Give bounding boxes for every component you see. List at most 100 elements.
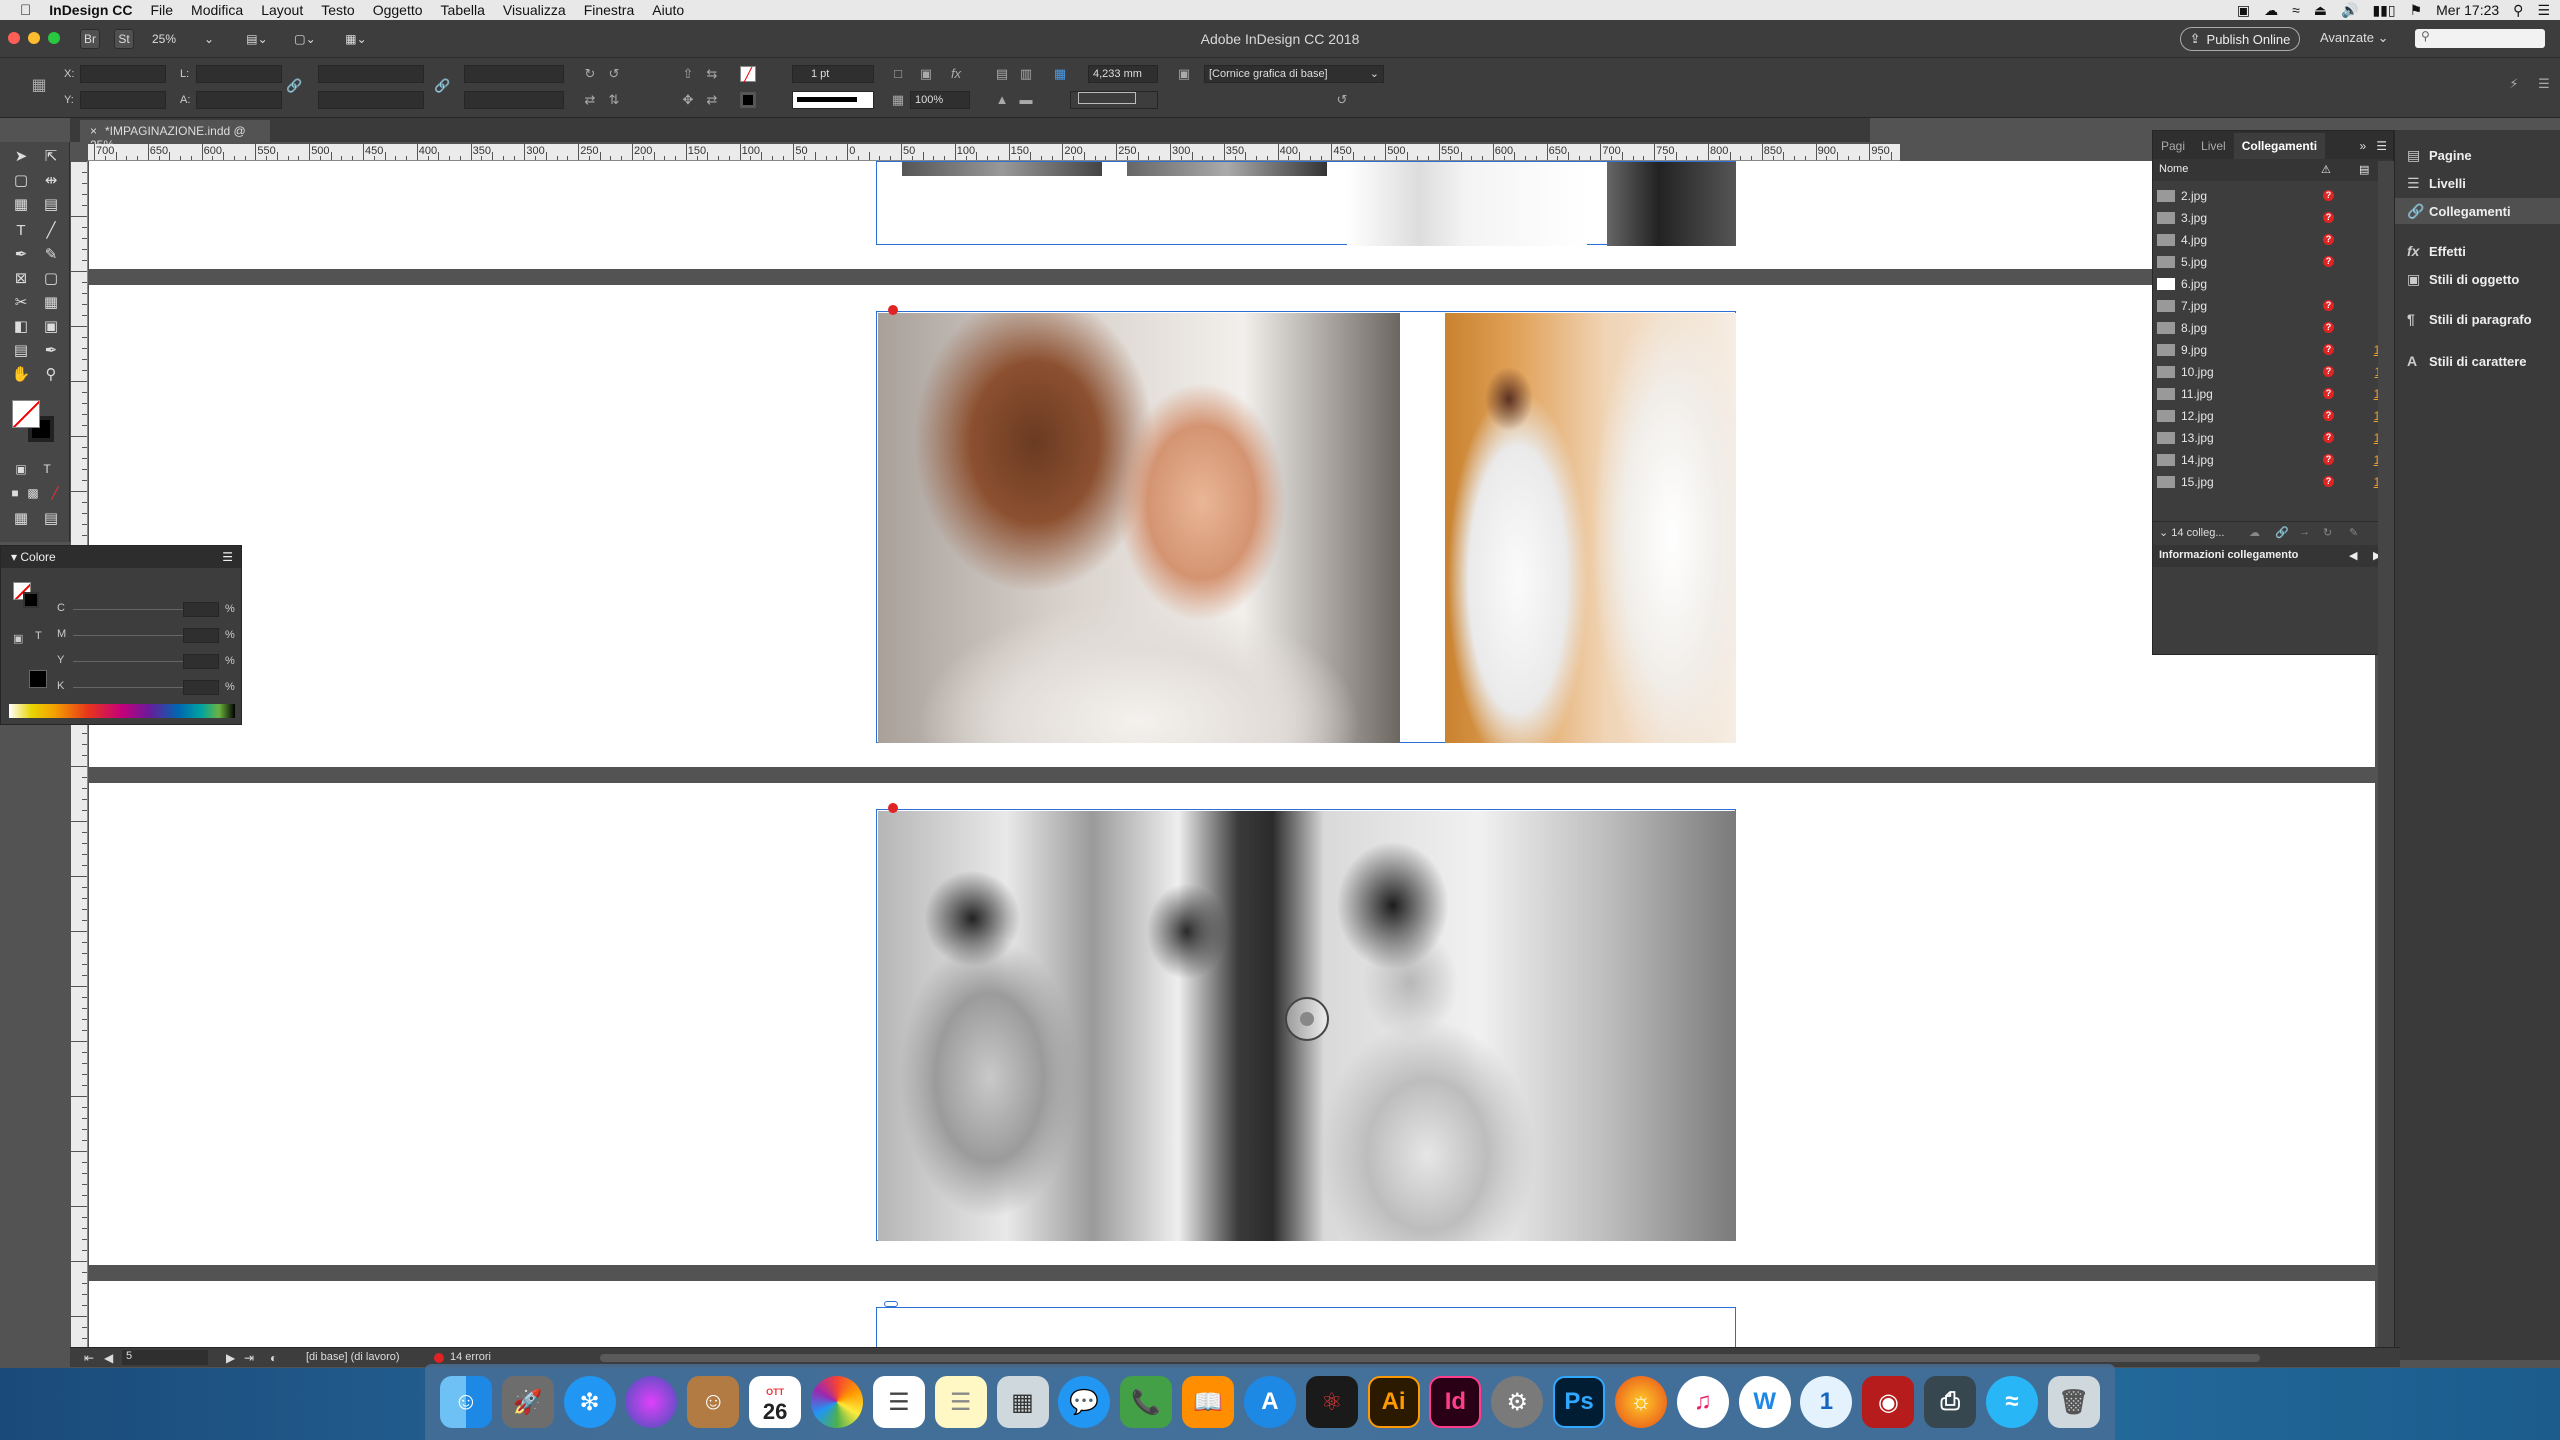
display-icon[interactable]: ▣	[2237, 2, 2250, 19]
menu-finestra[interactable]: Finestra	[575, 2, 644, 18]
edit-original-icon[interactable]: ✎	[2349, 526, 2358, 539]
finder-icon[interactable]: ☺	[439, 1376, 492, 1428]
tab-collegamenti[interactable]: Collegamenti	[2233, 133, 2326, 159]
constrain-scale-icon[interactable]: 🔗	[434, 78, 450, 94]
image-frame-bottom[interactable]	[876, 1307, 1736, 1350]
align-center-icon[interactable]: ▥	[1018, 66, 1034, 82]
screen-mode-icon[interactable]: ▤	[40, 508, 62, 530]
channel-m-slider[interactable]	[73, 635, 183, 636]
panel-menu-icon[interactable]: ☰	[222, 550, 233, 564]
note-tool-icon[interactable]: ▤	[10, 340, 32, 362]
flip-horizontal-icon[interactable]: ⇄	[582, 92, 598, 108]
link-row[interactable]: 9.jpg?10	[2153, 339, 2393, 361]
pen-tool-icon[interactable]: ✒	[10, 244, 32, 266]
adobe-stock-search-input[interactable]: ⚲	[2415, 29, 2545, 48]
height-field[interactable]	[196, 91, 282, 109]
rotation-field[interactable]	[464, 65, 564, 83]
link-row[interactable]: 7.jpg?8	[2153, 295, 2393, 317]
dock-stili-oggetto[interactable]: ▣ Stili di oggetto	[2395, 266, 2560, 292]
rotate-ccw-icon[interactable]: ↺	[606, 66, 622, 82]
color-panel-header[interactable]: ▾ Colore ☰	[1, 546, 241, 568]
illustrator-icon[interactable]: Ai	[1367, 1376, 1420, 1428]
missing-link-icon[interactable]: ?	[2323, 410, 2334, 421]
clear-overrides-icon[interactable]: ↺	[1334, 92, 1350, 108]
link-row[interactable]: 5.jpg?6	[2153, 251, 2393, 273]
acrobat-icon[interactable]: ⚛	[1305, 1376, 1358, 1428]
horizontal-scrollbar[interactable]	[600, 1354, 2260, 1362]
fill-swatch-icon[interactable]: ╱	[740, 66, 756, 82]
link-row[interactable]: 15.jpg?16	[2153, 471, 2393, 493]
messages-icon[interactable]: 💬	[1058, 1376, 1111, 1428]
link-badge-icon[interactable]	[884, 1301, 898, 1307]
missing-link-icon[interactable]: ?	[2323, 344, 2334, 355]
menu-aiuto[interactable]: Aiuto	[643, 2, 693, 18]
scale-x-field[interactable]	[318, 65, 424, 83]
panel-menu-icon[interactable]: ☰	[2370, 133, 2393, 159]
onepassword-icon[interactable]: 1	[1800, 1376, 1853, 1428]
siri-icon[interactable]	[625, 1376, 678, 1428]
link-row[interactable]: 10.jpg?11	[2153, 361, 2393, 383]
x-position-field[interactable]	[80, 65, 166, 83]
menu-visualizza[interactable]: Visualizza	[494, 2, 575, 18]
notes-icon[interactable]: ☰	[934, 1376, 987, 1428]
hand-tool-icon[interactable]: ✋	[10, 364, 32, 386]
formatting-container-icon[interactable]: ▣	[10, 458, 32, 480]
link-row[interactable]: 11.jpg?12	[2153, 383, 2393, 405]
dock-effetti[interactable]: fx Effetti	[2395, 238, 2560, 264]
photoshop-icon[interactable]: Ps	[1553, 1376, 1606, 1428]
scissors-tool-icon[interactable]: ✂	[10, 292, 32, 314]
menu-app-name[interactable]: InDesign CC	[40, 2, 141, 18]
fill-swatch-icon[interactable]	[12, 400, 40, 428]
stroke-type-select[interactable]	[792, 91, 874, 109]
dock-stili-paragrafo[interactable]: ¶ Stili di paragrafo	[2395, 306, 2560, 332]
align-top-icon[interactable]: ▲	[994, 92, 1010, 108]
fill-stroke-swatch[interactable]	[12, 400, 56, 444]
formatting-text-icon[interactable]: T	[36, 458, 58, 480]
system-preferences-icon[interactable]: ⚙	[1491, 1376, 1544, 1428]
rectangle-frame-tool-icon[interactable]: ⊠	[10, 268, 32, 290]
stroke-swatch-icon[interactable]	[23, 592, 39, 608]
auto-fit-icon[interactable]: ▦	[1052, 66, 1068, 82]
facetime-icon[interactable]: 📞	[1120, 1376, 1173, 1428]
menu-modifica[interactable]: Modifica	[182, 2, 252, 18]
select-container-icon[interactable]: ⇧	[680, 66, 696, 82]
missing-link-icon[interactable]: ?	[2323, 300, 2334, 311]
name-column-header[interactable]: Nome	[2159, 163, 2188, 175]
page-number-field[interactable]: 5	[122, 1350, 208, 1365]
last-page-icon[interactable]: ⇥	[244, 1351, 254, 1365]
printer-icon[interactable]: ⎙	[1924, 1376, 1977, 1428]
goto-link-icon[interactable]: →	[2299, 526, 2310, 538]
missing-link-icon[interactable]: ?	[2323, 366, 2334, 377]
vertical-ruler[interactable]	[71, 161, 88, 1361]
normal-view-icon[interactable]: ▦	[10, 508, 32, 530]
align-middle-icon[interactable]: ▬	[1018, 92, 1034, 108]
opacity-icon[interactable]: ▦	[890, 92, 906, 108]
photo-booth-icon[interactable]: ◉	[1862, 1376, 1915, 1428]
collapse-panel-icon[interactable]: »	[2356, 133, 2371, 159]
color-text-toggle[interactable]: T	[35, 630, 42, 642]
preflight-profile-icon[interactable]: ◐	[270, 1351, 277, 1365]
missing-link-icon[interactable]: ?	[2323, 432, 2334, 443]
collapse-icon[interactable]: ▾	[11, 550, 17, 564]
menu-oggetto[interactable]: Oggetto	[364, 2, 432, 18]
apply-gradient-icon[interactable]: ▩	[22, 482, 44, 504]
content-grabber-icon[interactable]	[1285, 997, 1329, 1041]
itunes-icon[interactable]: ♫	[1676, 1376, 1729, 1428]
formatting-container-icon[interactable]: ▣	[13, 632, 23, 645]
page-tool-icon[interactable]: ▢	[10, 170, 32, 192]
menu-layout[interactable]: Layout	[252, 2, 312, 18]
menu-file[interactable]: File	[141, 2, 182, 18]
image-frame-bw-spread[interactable]	[876, 809, 1736, 1241]
dock-stili-carattere[interactable]: A Stili di carattere	[2395, 348, 2560, 374]
error-count-label[interactable]: 14 errori	[450, 1351, 491, 1363]
prev-icon[interactable]: ◀	[2349, 549, 2357, 562]
workspace-switcher[interactable]: Avanzate ⌄	[2320, 30, 2389, 46]
last-color-swatch[interactable]	[29, 670, 47, 688]
preview-icon[interactable]: ▦	[996, 1376, 1049, 1428]
link-info-header[interactable]: Informazioni collegamento ◀ ▶	[2153, 545, 2393, 567]
select-previous-icon[interactable]: ⇆	[704, 66, 720, 82]
horizontal-ruler[interactable]: 700 650 600 550 500 450 400 350 300 250 200 150 100 5…	[88, 144, 1900, 161]
channel-k-slider[interactable]	[73, 687, 183, 688]
firefox-icon[interactable]: ☼	[1614, 1376, 1667, 1428]
panel-menu-icon[interactable]: ☰	[2536, 76, 2552, 92]
